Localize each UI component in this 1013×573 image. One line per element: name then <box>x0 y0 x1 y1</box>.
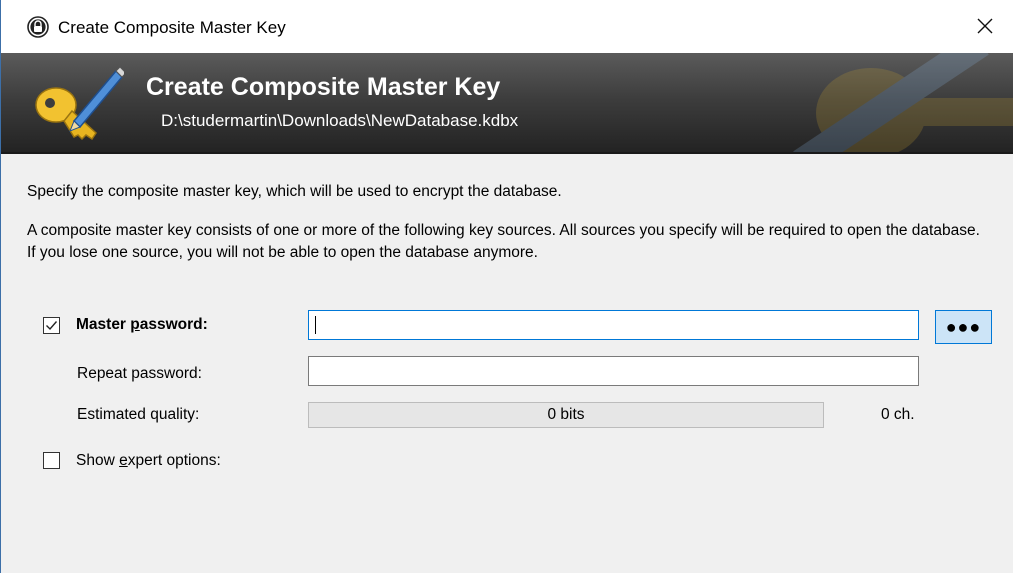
title-bar[interactable]: Create Composite Master Key <box>1 0 1013 53</box>
header-banner: Create Composite Master Key D:\studermar… <box>1 53 1013 154</box>
lock-icon <box>27 16 49 38</box>
character-count: 0 ch. <box>881 406 915 423</box>
quality-bits-text: 0 bits <box>547 406 585 423</box>
checkmark-icon <box>46 321 58 331</box>
database-path: D:\studermartin\Downloads\NewDatabase.kd… <box>161 111 519 130</box>
description-line-1: Specify the composite master key, which … <box>27 183 562 200</box>
estimated-quality-label: Estimated quality: <box>77 406 200 423</box>
banner-divider <box>1 152 1013 154</box>
close-button[interactable] <box>971 12 999 40</box>
expert-options-label[interactable]: Show expert options: <box>76 452 221 470</box>
repeat-password-input[interactable] <box>308 356 919 386</box>
description-line-2: A composite master key consists of one o… <box>27 222 980 261</box>
master-password-input[interactable] <box>308 310 919 340</box>
key-watermark-icon <box>793 53 1013 154</box>
repeat-password-label: Repeat password: <box>77 365 202 382</box>
close-icon <box>977 18 993 34</box>
master-password-checkbox[interactable] <box>43 317 60 334</box>
dialog-window: Create Composite Master Key Create Compo… <box>0 0 1013 573</box>
quality-progress-bar: 0 bits <box>308 402 824 428</box>
text-caret <box>315 316 316 334</box>
key-pencil-icon <box>35 66 124 141</box>
show-password-toggle-button[interactable]: ●●● <box>935 310 992 344</box>
master-password-label[interactable]: Master password: <box>76 316 208 334</box>
window-title: Create Composite Master Key <box>58 18 286 37</box>
banner-title: Create Composite Master Key <box>146 73 501 101</box>
expert-options-checkbox[interactable] <box>43 452 60 469</box>
